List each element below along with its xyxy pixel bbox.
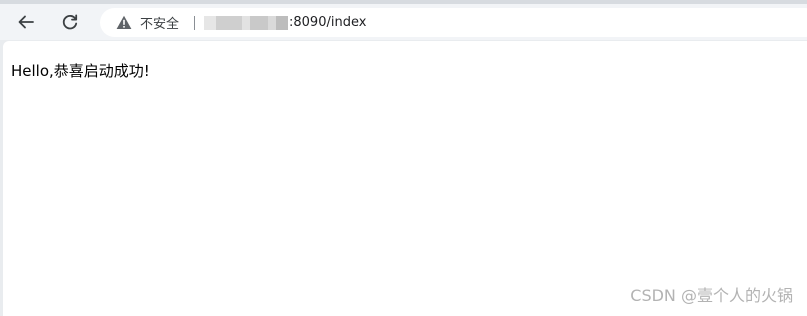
csdn-watermark: CSDN @壹个人的火锅 bbox=[630, 286, 793, 305]
url-text: :8090/index bbox=[289, 15, 367, 30]
url-input[interactable]: :8090/index bbox=[204, 8, 366, 37]
warning-triangle-icon bbox=[116, 15, 132, 30]
back-button[interactable] bbox=[12, 8, 40, 36]
address-bar[interactable]: 不安全 :8090/index bbox=[100, 8, 807, 37]
browser-window: 不安全 :8090/index Hello,恭喜启动成功! CSDN @壹个人的… bbox=[0, 0, 807, 316]
reload-button[interactable] bbox=[56, 8, 84, 36]
redacted-host bbox=[204, 15, 288, 30]
greeting-text: Hello,恭喜启动成功! bbox=[11, 62, 150, 80]
browser-toolbar: 不安全 :8090/index bbox=[0, 4, 807, 40]
reload-icon bbox=[61, 13, 79, 31]
arrow-left-icon bbox=[17, 13, 35, 31]
page-content: Hello,恭喜启动成功! CSDN @壹个人的火锅 bbox=[3, 41, 807, 316]
security-label: 不安全 bbox=[140, 17, 180, 32]
omnibox-divider bbox=[194, 16, 195, 30]
security-indicator[interactable]: 不安全 bbox=[116, 8, 179, 37]
